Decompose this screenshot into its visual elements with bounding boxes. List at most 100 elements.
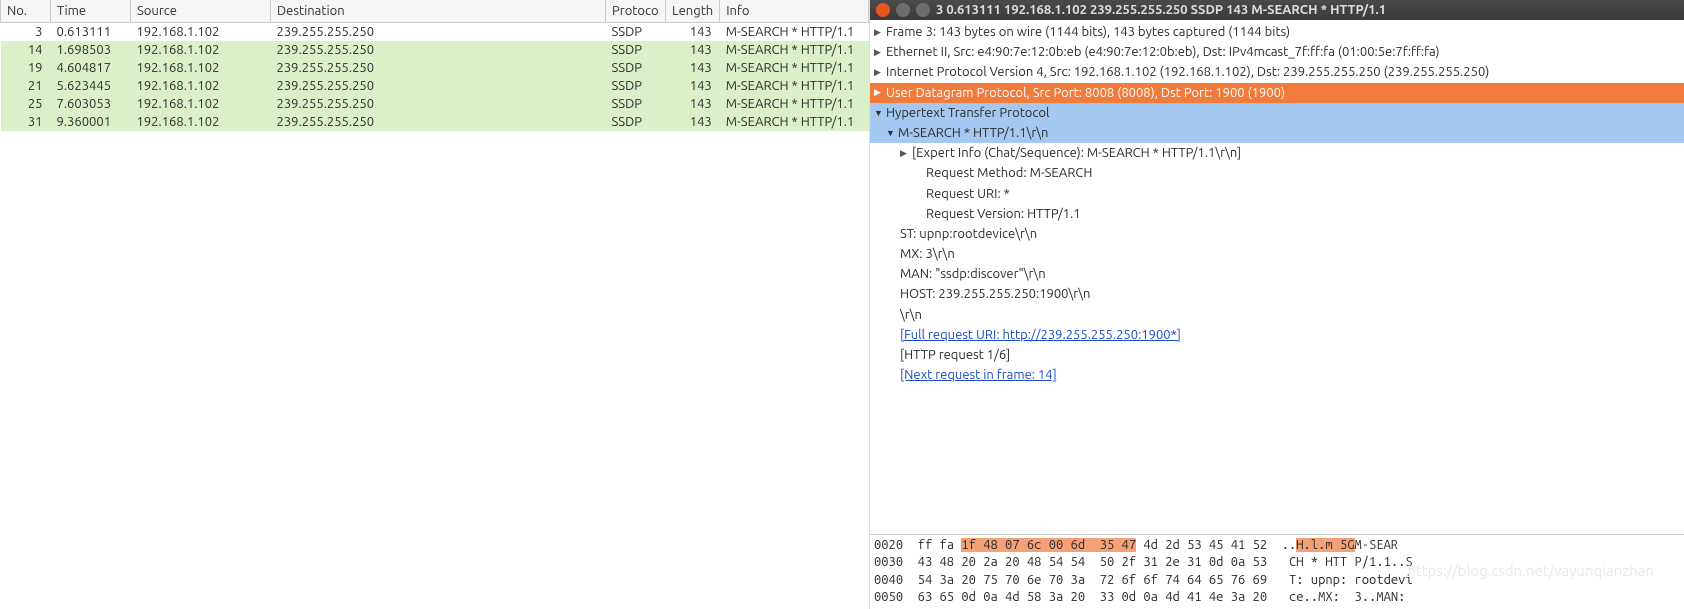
col-header-length[interactable]: Length [666, 0, 720, 23]
table-cell: 143 [666, 41, 720, 59]
table-row[interactable]: 215.623445192.168.1.102239.255.255.250SS… [1, 77, 869, 95]
chevron-down-icon[interactable]: ▼ [886, 127, 896, 140]
tree-req-count[interactable]: [HTTP request 1/6] [870, 345, 1684, 365]
table-cell: 5.623445 [51, 77, 131, 95]
table-row[interactable]: 194.604817192.168.1.102239.255.255.250SS… [1, 59, 869, 77]
table-row[interactable]: 30.613111192.168.1.102239.255.255.250SSD… [1, 23, 869, 42]
table-row[interactable]: 257.603053192.168.1.102239.255.255.250SS… [1, 95, 869, 113]
packet-list-header-row: No. Time Source Destination Protoco Leng… [1, 0, 869, 23]
minimize-icon[interactable] [896, 3, 910, 17]
tree-label: [Expert Info (Chat/Sequence): M-SEARCH *… [912, 144, 1241, 162]
table-cell: 192.168.1.102 [131, 113, 271, 131]
tree-ethernet[interactable]: ▶ Ethernet II, Src: e4:90:7e:12:0b:eb (e… [870, 42, 1684, 62]
table-cell: SSDP [606, 23, 666, 42]
chevron-right-icon[interactable]: ▶ [874, 86, 884, 99]
table-cell: 143 [666, 59, 720, 77]
tree-ip[interactable]: ▶ Internet Protocol Version 4, Src: 192.… [870, 62, 1684, 82]
table-cell: M-SEARCH * HTTP/1.1 [720, 77, 869, 95]
col-header-no[interactable]: No. [1, 0, 51, 23]
hex-row[interactable]: 0040 54 3a 20 75 70 6e 70 3a 72 6f 6f 74… [874, 573, 1413, 587]
table-cell: SSDP [606, 77, 666, 95]
table-cell: 239.255.255.250 [271, 113, 606, 131]
table-cell: SSDP [606, 59, 666, 77]
table-cell: 192.168.1.102 [131, 95, 271, 113]
table-cell: SSDP [606, 95, 666, 113]
table-row[interactable]: 141.698503192.168.1.102239.255.255.250SS… [1, 41, 869, 59]
tree-label: Request Version: HTTP/1.1 [926, 205, 1081, 223]
tree-st[interactable]: ST: upnp:rootdevice\r\n [870, 224, 1684, 244]
packet-list-table: No. Time Source Destination Protoco Leng… [0, 0, 869, 131]
hex-row[interactable]: 0050 63 65 0d 0a 4d 58 3a 20 33 0d 0a 4d… [874, 590, 1413, 604]
hex-highlight: 1f 48 07 6c 00 6d 35 47 [961, 538, 1136, 552]
table-cell: M-SEARCH * HTTP/1.1 [720, 41, 869, 59]
col-header-time[interactable]: Time [51, 0, 131, 23]
col-header-source[interactable]: Source [131, 0, 271, 23]
detail-title-text: 3 0.613111 192.168.1.102 239.255.255.250… [936, 3, 1386, 17]
hex-dump-pane[interactable]: 0020 ff fa 1f 48 07 6c 00 6d 35 47 4d 2d… [870, 534, 1684, 609]
maximize-icon[interactable] [916, 3, 930, 17]
table-cell: 0.613111 [51, 23, 131, 42]
tree-label: Hypertext Transfer Protocol [886, 104, 1049, 122]
table-cell: M-SEARCH * HTTP/1.1 [720, 59, 869, 77]
tree-req-method[interactable]: Request Method: M-SEARCH [870, 163, 1684, 183]
tree-crlf[interactable]: \r\n [870, 305, 1684, 325]
hex-row[interactable]: 0030 43 48 20 2a 20 48 54 54 50 2f 31 2e… [874, 555, 1413, 569]
tree-host[interactable]: HOST: 239.255.255.250:1900\r\n [870, 284, 1684, 304]
table-cell: 21 [1, 77, 51, 95]
tree-label: Frame 3: 143 bytes on wire (1144 bits), … [886, 23, 1290, 41]
table-cell: M-SEARCH * HTTP/1.1 [720, 23, 869, 42]
chevron-right-icon[interactable]: ▶ [874, 46, 884, 59]
tree-full-uri[interactable]: [Full request URI: http://239.255.255.25… [870, 325, 1684, 345]
tree-label-link[interactable]: [Next request in frame: 14] [900, 366, 1057, 384]
protocol-tree[interactable]: ▶ Frame 3: 143 bytes on wire (1144 bits)… [870, 20, 1684, 534]
tree-http[interactable]: ▼ Hypertext Transfer Protocol [870, 103, 1684, 123]
table-cell: 7.603053 [51, 95, 131, 113]
tree-label: MAN: "ssdp:discover"\r\n [900, 265, 1046, 283]
col-header-destination[interactable]: Destination [271, 0, 606, 23]
table-cell: 239.255.255.250 [271, 59, 606, 77]
tree-udp[interactable]: ▶ User Datagram Protocol, Src Port: 8008… [870, 83, 1684, 103]
table-cell: 19 [1, 59, 51, 77]
tree-msearch[interactable]: ▼ M-SEARCH * HTTP/1.1\r\n [870, 123, 1684, 143]
chevron-right-icon[interactable]: ▶ [874, 26, 884, 39]
chevron-down-icon[interactable]: ▼ [874, 107, 884, 120]
tree-mx[interactable]: MX: 3\r\n [870, 244, 1684, 264]
table-cell: 192.168.1.102 [131, 59, 271, 77]
table-cell: 1.698503 [51, 41, 131, 59]
tree-label-link[interactable]: [Full request URI: http://239.255.255.25… [900, 326, 1181, 344]
table-cell: 143 [666, 77, 720, 95]
table-cell: 239.255.255.250 [271, 77, 606, 95]
table-row[interactable]: 319.360001192.168.1.102239.255.255.250SS… [1, 113, 869, 131]
table-cell: 9.360001 [51, 113, 131, 131]
packet-list-pane: No. Time Source Destination Protoco Leng… [0, 0, 870, 609]
table-cell: SSDP [606, 113, 666, 131]
col-header-protocol[interactable]: Protoco [606, 0, 666, 23]
table-cell: 143 [666, 23, 720, 42]
tree-frame[interactable]: ▶ Frame 3: 143 bytes on wire (1144 bits)… [870, 22, 1684, 42]
chevron-right-icon[interactable]: ▶ [900, 147, 910, 160]
tree-label: M-SEARCH * HTTP/1.1\r\n [898, 124, 1048, 142]
table-cell: 143 [666, 95, 720, 113]
chevron-right-icon[interactable]: ▶ [874, 66, 884, 79]
detail-title-bar: 3 0.613111 192.168.1.102 239.255.255.250… [870, 0, 1684, 20]
table-cell: M-SEARCH * HTTP/1.1 [720, 113, 869, 131]
tree-req-version[interactable]: Request Version: HTTP/1.1 [870, 204, 1684, 224]
table-cell: 192.168.1.102 [131, 41, 271, 59]
hex-row[interactable]: 0020 ff fa 1f 48 07 6c 00 6d 35 47 4d 2d… [874, 538, 1398, 552]
tree-label: Internet Protocol Version 4, Src: 192.16… [886, 63, 1489, 81]
col-header-info[interactable]: Info [720, 0, 869, 23]
tree-req-uri[interactable]: Request URI: * [870, 184, 1684, 204]
tree-label: Request URI: * [926, 185, 1010, 203]
table-cell: M-SEARCH * HTTP/1.1 [720, 95, 869, 113]
hex-highlight-ascii: H.l.m 5G [1296, 538, 1354, 552]
tree-label: User Datagram Protocol, Src Port: 8008 (… [886, 84, 1285, 102]
tree-man[interactable]: MAN: "ssdp:discover"\r\n [870, 264, 1684, 284]
tree-label: HOST: 239.255.255.250:1900\r\n [900, 285, 1090, 303]
table-cell: 192.168.1.102 [131, 77, 271, 95]
tree-label: ST: upnp:rootdevice\r\n [900, 225, 1037, 243]
close-icon[interactable] [876, 3, 890, 17]
tree-expert-info[interactable]: ▶ [Expert Info (Chat/Sequence): M-SEARCH… [870, 143, 1684, 163]
table-cell: 31 [1, 113, 51, 131]
tree-label: MX: 3\r\n [900, 245, 955, 263]
tree-next-req[interactable]: [Next request in frame: 14] [870, 365, 1684, 385]
